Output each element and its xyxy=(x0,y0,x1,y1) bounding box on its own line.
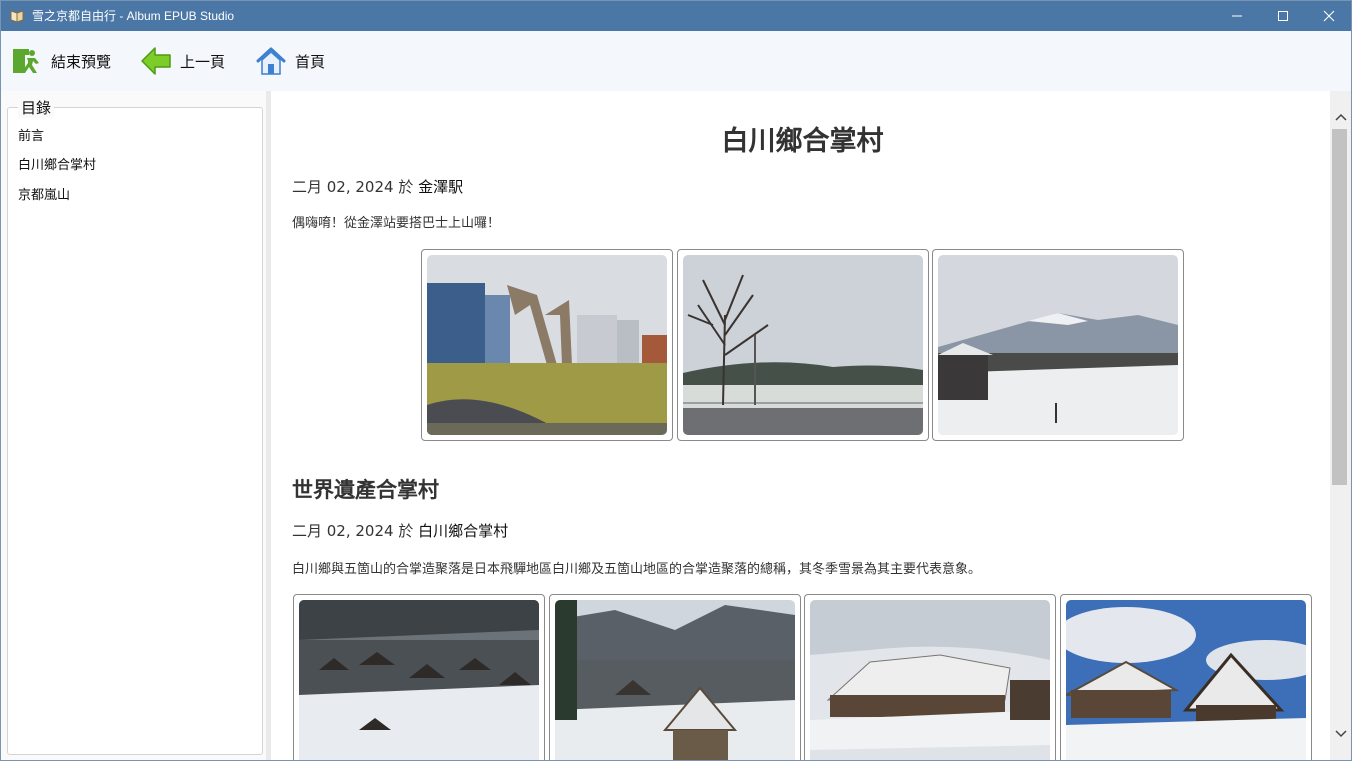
photo-gassho-bluesky xyxy=(1066,600,1306,760)
toolbar: 結束預覽 上一頁 首頁 xyxy=(1,31,1351,91)
exit-preview-button[interactable]: 結束預覽 xyxy=(11,45,111,77)
photo-gassho-valley xyxy=(555,600,795,760)
exit-preview-label: 結束預覽 xyxy=(51,52,112,71)
previous-page-button[interactable]: 上一頁 xyxy=(140,45,225,77)
section-meta: 二月 02, 2024 於 白川鄉合掌村 xyxy=(292,520,508,541)
photo-thumbnail[interactable] xyxy=(804,594,1056,760)
entry-meta: 二月 02, 2024 於 金澤駅 xyxy=(292,176,463,197)
photo-thumbnail[interactable] xyxy=(549,594,801,760)
toc-item-arashiyama[interactable]: 京都嵐山 xyxy=(18,184,70,203)
photo-snowy-village xyxy=(938,255,1178,435)
photo-thumbnail[interactable] xyxy=(677,249,929,441)
section-text: 白川鄉與五箇山的合掌造聚落是日本飛驒地區白川鄉及五箇山地區的合掌造聚落的總稱，其… xyxy=(292,562,982,577)
arrow-left-icon xyxy=(141,47,171,75)
close-button[interactable] xyxy=(1306,0,1352,31)
maximize-icon xyxy=(1278,10,1288,21)
minimize-icon xyxy=(1232,15,1242,16)
toc-item-shirakawa[interactable]: 白川鄉合掌村 xyxy=(18,154,96,173)
home-label: 首頁 xyxy=(295,52,326,71)
photo-winter-tree xyxy=(683,255,923,435)
previous-page-label: 上一頁 xyxy=(180,52,226,71)
photo-thumbnail[interactable] xyxy=(932,249,1184,441)
entry-place: 金澤駅 xyxy=(418,178,464,196)
home-icon xyxy=(256,47,286,75)
scrollbar-thumb[interactable] xyxy=(1332,129,1347,485)
sidebar: 目錄 前言 白川鄉合掌村 京都嵐山 xyxy=(1,91,266,760)
exit-icon xyxy=(13,49,39,73)
page-title: 白川鄉合掌村 xyxy=(721,126,884,157)
book-icon xyxy=(9,8,25,24)
entry-at: 於 xyxy=(398,178,414,196)
section-date: 二月 02, 2024 xyxy=(292,522,394,540)
close-icon xyxy=(1323,10,1335,21)
photo-gassho-house xyxy=(810,600,1050,760)
minimize-button[interactable] xyxy=(1214,0,1260,31)
photo-thumbnail[interactable] xyxy=(293,594,545,760)
section-place: 白川鄉合掌村 xyxy=(418,522,509,540)
table-of-contents: 目錄 前言 白川鄉合掌村 京都嵐山 xyxy=(7,97,263,755)
page-content: 白川鄉合掌村 二月 02, 2024 於 金澤駅 偶嗨唷！從金澤站要搭巴士上山囉… xyxy=(271,91,1330,760)
photo-thumbnail[interactable] xyxy=(1060,594,1312,760)
chevron-up-icon xyxy=(1335,113,1347,121)
toc-item-preface[interactable]: 前言 xyxy=(18,125,44,144)
photo-thumbnail[interactable] xyxy=(421,249,673,441)
scroll-down-button[interactable] xyxy=(1330,724,1352,744)
window-title: 雪之京都自由行 - Album EPUB Studio xyxy=(32,9,235,23)
section-at: 於 xyxy=(398,522,414,540)
maximize-button[interactable] xyxy=(1260,0,1306,31)
title-bar: 雪之京都自由行 - Album EPUB Studio xyxy=(0,0,1352,31)
section-title: 世界遺產合掌村 xyxy=(292,478,439,502)
vertical-scrollbar[interactable] xyxy=(1330,91,1352,760)
chevron-down-icon xyxy=(1335,730,1347,738)
photo-kanazawa-station xyxy=(427,255,667,435)
entry-text: 偶嗨唷！從金澤站要搭巴士上山囉！ xyxy=(292,216,501,231)
entry-date: 二月 02, 2024 xyxy=(292,178,394,196)
home-button[interactable]: 首頁 xyxy=(255,45,325,77)
scroll-up-button[interactable] xyxy=(1330,107,1352,127)
toc-title: 目錄 xyxy=(18,97,55,118)
photo-gassho-overview xyxy=(299,600,539,760)
